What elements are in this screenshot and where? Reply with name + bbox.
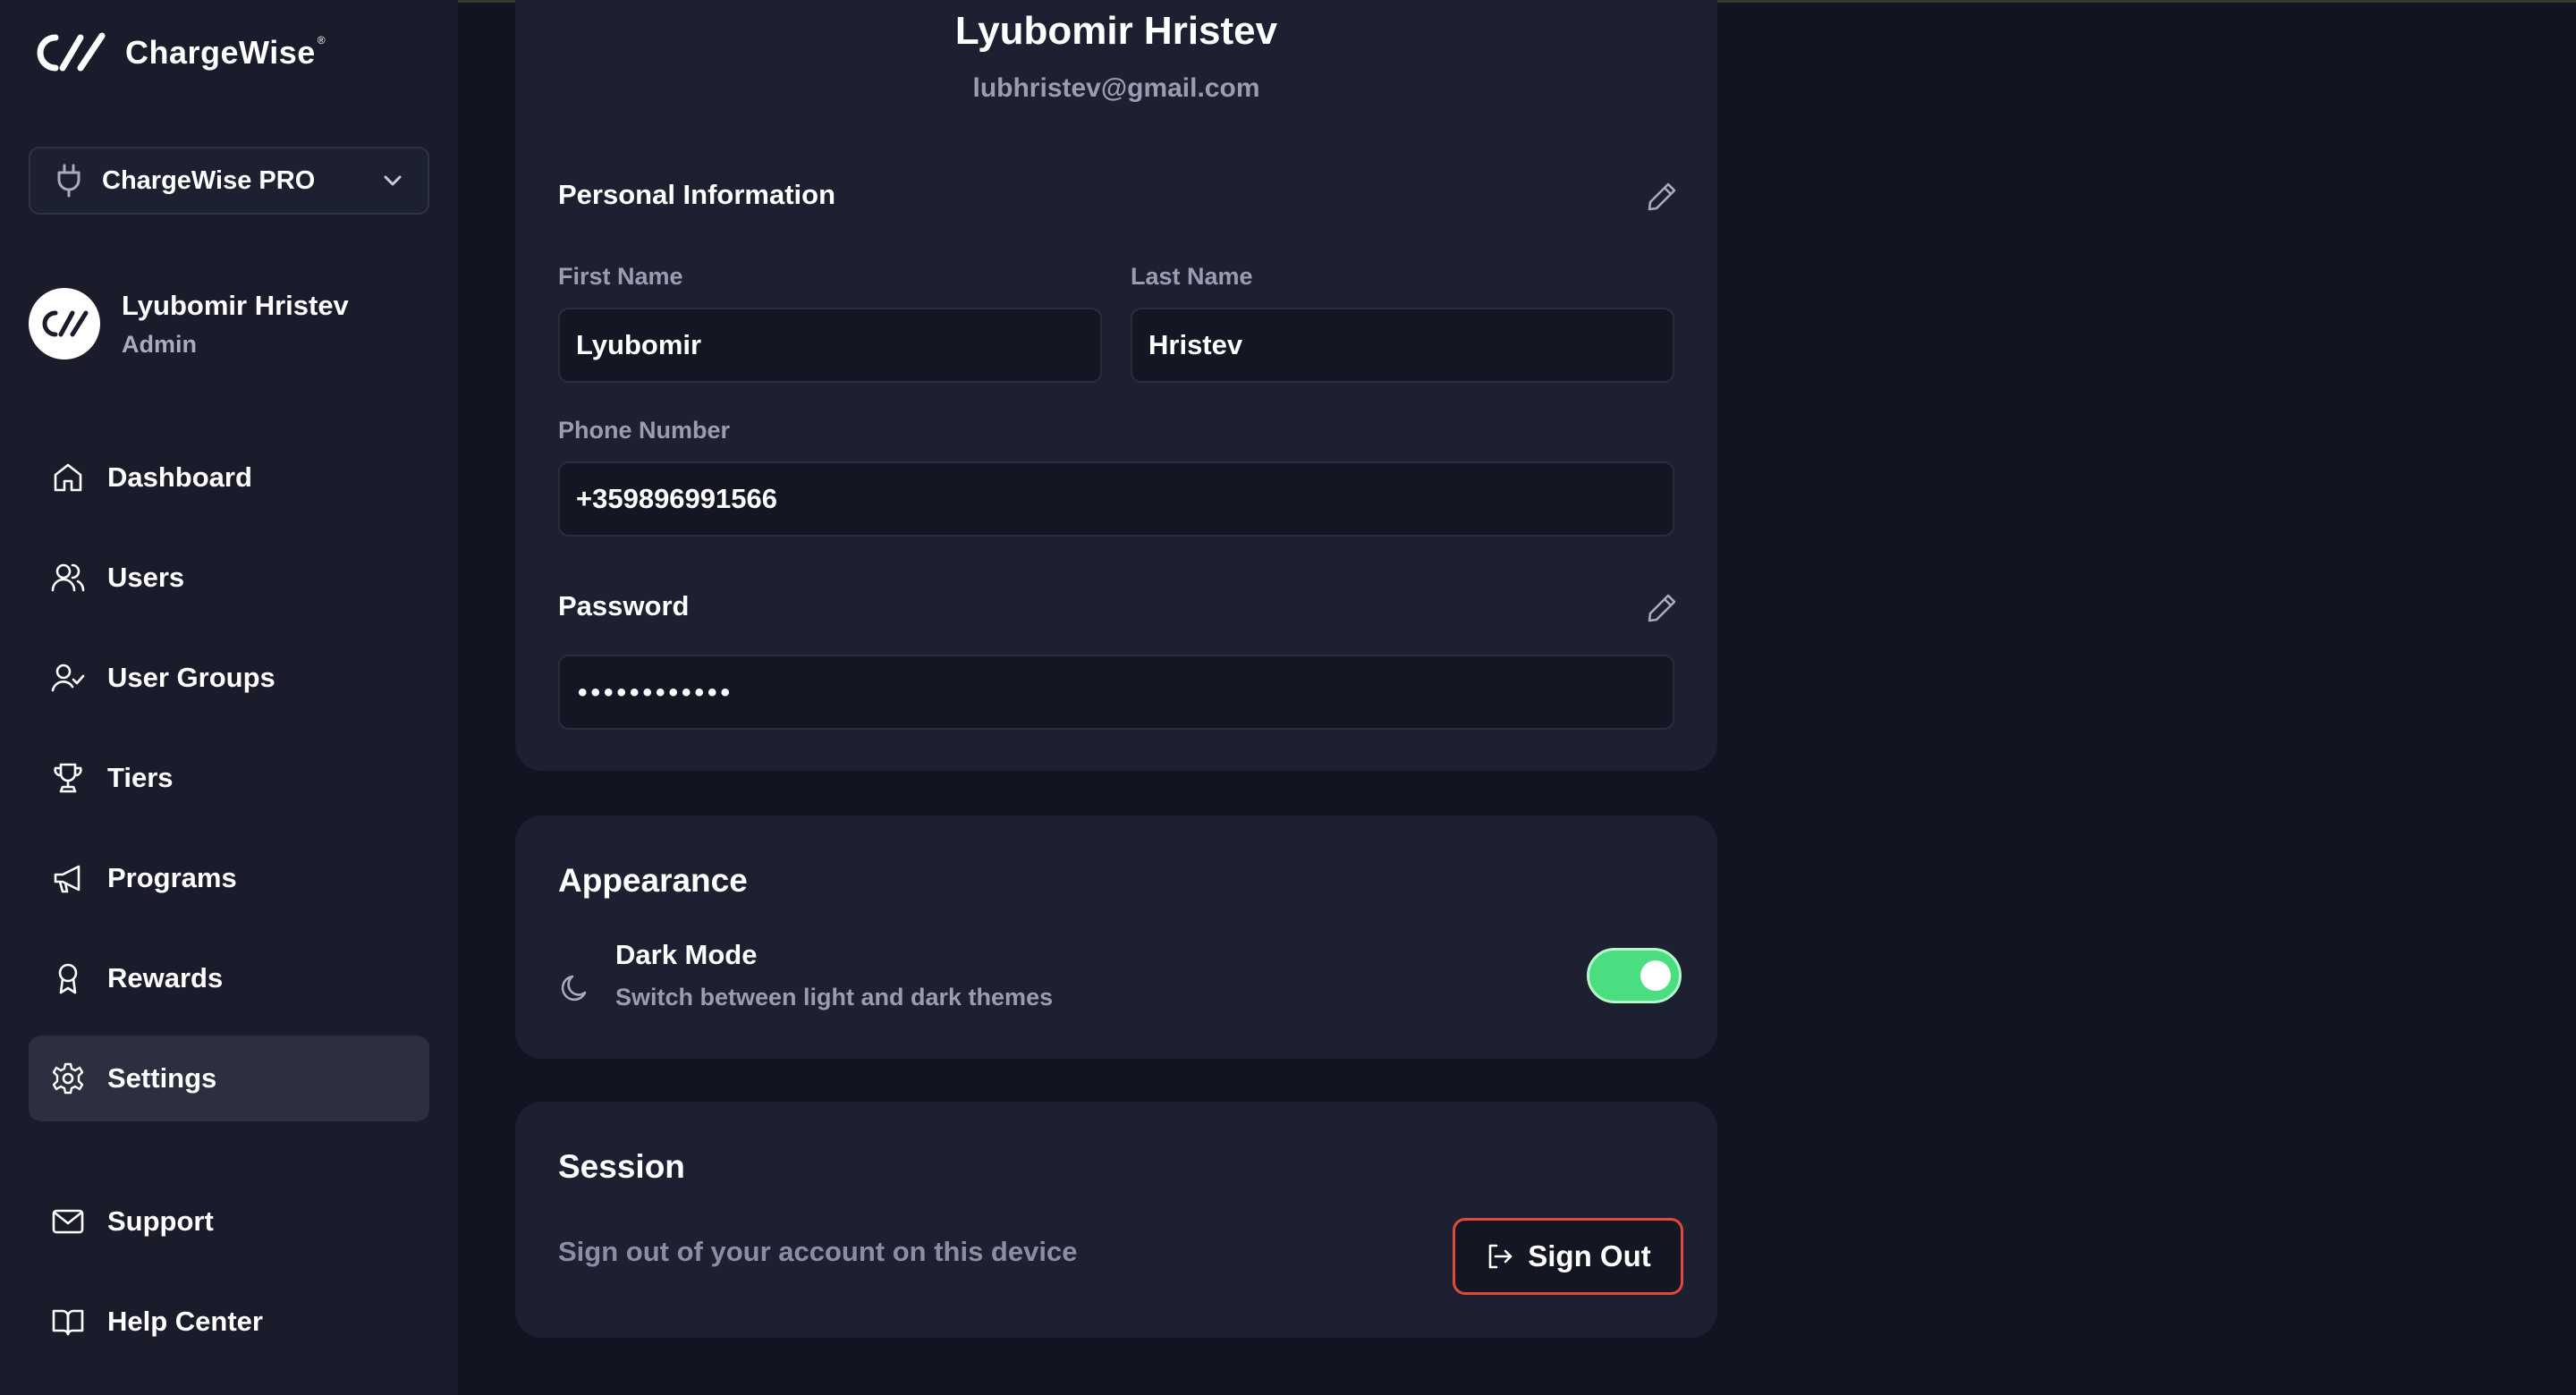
megaphone-icon — [54, 865, 80, 893]
edit-password-icon[interactable] — [1644, 590, 1680, 626]
avatar-logo-icon — [42, 310, 89, 337]
sidebar-item-label: Rewards — [107, 962, 224, 993]
last-name-label: Last Name — [1131, 263, 1253, 290]
profile-header-name: Lyubomir Hristev — [954, 9, 1278, 53]
dark-mode-title: Dark Mode — [615, 939, 758, 970]
password-masked-value: •••••••••••• — [578, 678, 734, 707]
user-profile[interactable]: Lyubomir Hristev Admin — [29, 288, 349, 359]
session-title: Session — [558, 1148, 685, 1185]
brand-name: ChargeWise ® — [125, 34, 326, 71]
sidebar-item-programs[interactable]: Programs — [29, 835, 429, 921]
sidebar-item-settings[interactable]: Settings — [29, 1036, 429, 1121]
sidebar-item-rewards[interactable]: Rewards — [29, 935, 429, 1021]
session-card: Session Sign out of your account on this… — [515, 1102, 1717, 1338]
home-icon — [54, 463, 82, 492]
sidebar-item-label: Dashboard — [107, 461, 252, 493]
organization-select[interactable]: ChargeWise PRO — [29, 147, 429, 215]
sidebar-item-dashboard[interactable]: Dashboard — [29, 435, 429, 520]
phone-number-field[interactable] — [558, 461, 1674, 537]
gear-icon — [52, 1062, 84, 1095]
trophy-icon — [54, 763, 82, 793]
first-name-label: First Name — [558, 263, 683, 290]
sidebar-item-label: User Groups — [107, 662, 275, 693]
sidebar-item-label: Tiers — [107, 762, 174, 793]
phone-number-label: Phone Number — [558, 417, 731, 444]
dark-mode-subtitle: Switch between light and dark themes — [615, 984, 1054, 1010]
sign-out-label: Sign Out — [1528, 1239, 1651, 1272]
last-name-field[interactable] — [1131, 308, 1674, 383]
appearance-card: Appearance Dark Mode Switch between ligh… — [515, 816, 1717, 1059]
toggle-knob — [1640, 960, 1671, 991]
brand-logo[interactable]: ChargeWise ® — [29, 30, 326, 75]
sidebar-item-users[interactable]: Users — [29, 535, 429, 621]
sign-out-button[interactable]: Sign Out — [1453, 1218, 1683, 1295]
plug-icon — [57, 164, 80, 198]
sidebar-item-user-groups[interactable]: User Groups — [29, 635, 429, 721]
users-icon — [51, 563, 85, 592]
user-check-icon — [51, 664, 85, 692]
organization-select-value: ChargeWise PRO — [102, 165, 316, 195]
sidebar-item-label: Support — [107, 1205, 214, 1237]
sidebar-item-tiers[interactable]: Tiers — [29, 735, 429, 821]
book-icon — [52, 1309, 84, 1336]
profile-header-email: lubhristev@gmail.com — [972, 73, 1260, 103]
profile-name: Lyubomir Hristev — [122, 289, 349, 321]
first-name-field[interactable] — [558, 308, 1102, 383]
profile-card: Lyubomir Hristev lubhristev@gmail.com Pe… — [515, 0, 1717, 771]
appearance-title: Appearance — [558, 862, 748, 899]
chargewise-logo-icon — [37, 32, 106, 72]
personal-information-title: Personal Information — [558, 179, 836, 210]
password-title: Password — [558, 590, 690, 621]
sidebar-item-label: Users — [107, 562, 185, 593]
profile-role: Admin — [122, 330, 197, 358]
edit-personal-info-icon[interactable] — [1644, 179, 1680, 215]
mail-icon — [52, 1209, 84, 1234]
sidebar-item-label: Help Center — [107, 1306, 263, 1337]
session-subtitle: Sign out of your account on this device — [558, 1236, 1078, 1267]
dark-mode-row: Dark Mode Switch between light and dark … — [558, 939, 1053, 1011]
award-icon — [58, 963, 78, 994]
sidebar: ChargeWise ® ChargeWise PRO Lyubomir Hris… — [0, 0, 458, 1395]
avatar — [29, 288, 100, 359]
moon-icon — [561, 975, 587, 1002]
sidebar-item-label: Settings — [107, 1062, 217, 1094]
chevron-down-icon — [384, 175, 402, 186]
password-field[interactable]: •••••••••••• — [558, 655, 1674, 730]
sidebar-item-label: Programs — [107, 862, 237, 893]
sidebar-item-support[interactable]: Support — [29, 1179, 429, 1264]
sign-out-icon — [1488, 1244, 1513, 1269]
sidebar-item-help-center[interactable]: Help Center — [29, 1279, 429, 1365]
dark-mode-toggle[interactable] — [1587, 948, 1682, 1003]
